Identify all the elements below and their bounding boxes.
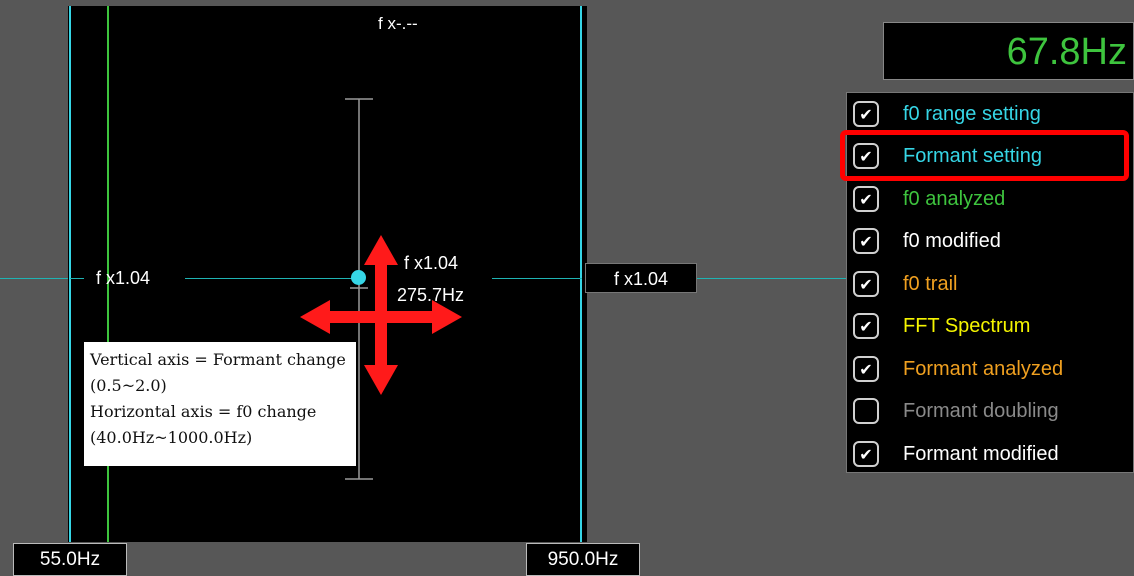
formant-line-left <box>70 278 84 279</box>
top-factor-label: f x-.-- <box>378 14 418 33</box>
option-formant-doubling[interactable]: Formant doubling <box>847 390 1059 432</box>
right-factor-label: f x1.04 <box>585 263 697 293</box>
tooltip-line-3: Horizontal axis = f0 change <box>90 402 317 421</box>
center-factor-label: f x1.04 <box>404 253 459 273</box>
empty-checkbox-icon[interactable] <box>853 398 879 424</box>
tooltip-line-2: (0.5~2.0) <box>90 376 167 395</box>
formant-line-mid-right <box>492 278 582 279</box>
option-label: Formant doubling <box>903 399 1059 422</box>
center-hz-label: 275.7Hz <box>397 285 465 305</box>
left-factor-label: f x1.04 <box>96 268 151 288</box>
f0-range-max-line[interactable] <box>580 6 582 542</box>
option-label: f0 range setting <box>903 102 1041 125</box>
f0-range-min-line[interactable] <box>69 6 71 542</box>
option-f0-analyzed[interactable]: ✔ f0 analyzed <box>847 178 1005 220</box>
option-label: f0 modified <box>903 229 1001 252</box>
option-formant-analyzed[interactable]: ✔ Formant analyzed <box>847 348 1063 390</box>
f0-min-hz-label: 55.0Hz <box>13 543 127 576</box>
option-f0-modified[interactable]: ✔ f0 modified <box>847 220 1001 262</box>
option-label: Formant modified <box>903 442 1059 465</box>
tooltip-line-1: Vertical axis = Formant change <box>90 350 346 369</box>
control-point[interactable] <box>351 270 366 285</box>
axis-tooltip: Vertical axis = Formant change (0.5~2.0)… <box>84 342 356 466</box>
option-label: FFT Spectrum <box>903 314 1031 337</box>
tooltip-line-4: (40.0Hz~1000.0Hz) <box>90 428 253 447</box>
option-fft-spectrum[interactable]: ✔ FFT Spectrum <box>847 305 1030 347</box>
check-icon[interactable]: ✔ <box>853 186 879 212</box>
check-icon[interactable]: ✔ <box>853 313 879 339</box>
option-label: f0 trail <box>903 272 958 295</box>
f0-max-hz-label: 950.0Hz <box>526 543 640 576</box>
axis-line-left <box>0 278 68 279</box>
check-icon[interactable]: ✔ <box>853 101 879 127</box>
formant-line-right <box>697 278 847 279</box>
frequency-readout: 67.8Hz <box>883 22 1134 80</box>
option-label: f0 analyzed <box>903 187 1006 210</box>
option-f0-trail[interactable]: ✔ f0 trail <box>847 263 957 305</box>
check-icon[interactable]: ✔ <box>853 356 879 382</box>
check-icon[interactable]: ✔ <box>853 441 879 467</box>
option-label: Formant analyzed <box>903 357 1064 380</box>
check-icon[interactable]: ✔ <box>853 271 879 297</box>
option-formant-modified[interactable]: ✔ Formant modified <box>847 433 1059 475</box>
check-icon[interactable]: ✔ <box>853 228 879 254</box>
highlight-box <box>840 130 1129 181</box>
option-f0-range-setting[interactable]: ✔ f0 range setting <box>847 93 1041 135</box>
